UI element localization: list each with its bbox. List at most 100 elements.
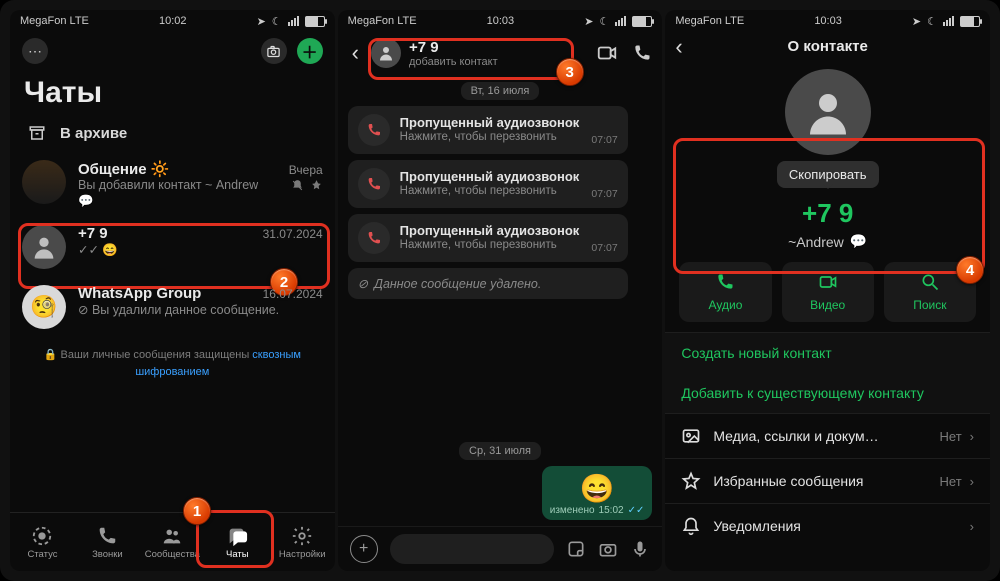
missed-call-icon bbox=[358, 114, 390, 146]
blocked-icon: ⊘ bbox=[358, 276, 368, 291]
row-label: Избранные сообщения bbox=[713, 473, 863, 489]
chat-preview: Вы добавили контакт ~ Andrew bbox=[78, 178, 258, 192]
missed-title: Пропущенный аудиозвонок bbox=[400, 169, 582, 185]
step-badge-1: 1 bbox=[183, 497, 211, 525]
tab-calls[interactable]: Звонки bbox=[75, 513, 140, 571]
action-label: Видео bbox=[810, 298, 845, 312]
status-bar: MegaFon LTE 10:02 ➤ ☾ bbox=[10, 10, 335, 32]
signal-icon bbox=[288, 16, 299, 26]
chevron-right-icon: › bbox=[970, 519, 974, 534]
status-icons: ➤ ☾ bbox=[584, 15, 652, 28]
video-action[interactable]: Видео bbox=[782, 262, 874, 322]
chat-row[interactable]: 🧐 WhatsApp Group 16.07.2024 ⊘ Вы удалили … bbox=[10, 277, 335, 337]
step-badge-3: 3 bbox=[556, 58, 584, 86]
outgoing-message[interactable]: 😄 изменено15:02✓✓ bbox=[542, 466, 653, 520]
video-call-icon[interactable] bbox=[596, 42, 618, 64]
status-icons: ➤ ☾ bbox=[257, 15, 325, 28]
missed-sub: Нажмите, чтобы перезвонить bbox=[400, 239, 582, 253]
add-to-contact-link[interactable]: Добавить к существующему контакту bbox=[665, 373, 990, 413]
more-button[interactable]: ⋯ bbox=[22, 38, 48, 64]
date-divider: Вт, 16 июля bbox=[461, 82, 540, 100]
tab-label: Чаты bbox=[226, 549, 249, 560]
pin-icon bbox=[310, 179, 323, 192]
missed-call-bubble[interactable]: Пропущенный аудиозвонокНажмите, чтобы пе… bbox=[348, 160, 628, 208]
chat-date: Вчера bbox=[289, 163, 323, 177]
tab-chats[interactable]: Чаты bbox=[205, 513, 270, 571]
audio-call-icon[interactable] bbox=[632, 43, 652, 63]
action-row: Аудио Видео Поиск bbox=[665, 250, 990, 332]
read-ticks-icon: ✓✓ bbox=[628, 505, 645, 516]
missed-call-icon bbox=[358, 168, 390, 200]
star-icon bbox=[681, 471, 701, 491]
audio-action[interactable]: Аудио bbox=[679, 262, 771, 322]
moon-icon: ☾ bbox=[272, 15, 282, 28]
chat-date: 16.07.2024 bbox=[263, 287, 323, 301]
chat-header[interactable]: ‹ +7 9 добавить контакт bbox=[338, 32, 663, 78]
row-value: Нет bbox=[940, 429, 962, 444]
carrier-label: MegaFon LTE bbox=[675, 15, 744, 27]
row-value: Нет bbox=[940, 474, 962, 489]
chat-name: +7 9 bbox=[78, 225, 108, 242]
avatar bbox=[22, 160, 66, 204]
avatar-large[interactable] bbox=[785, 69, 871, 155]
avatar: 🧐 bbox=[22, 285, 66, 329]
sticker-icon[interactable] bbox=[566, 539, 586, 559]
camera-button[interactable] bbox=[261, 38, 287, 64]
back-button[interactable]: ‹ bbox=[675, 34, 682, 60]
msg-time: 15:02 bbox=[599, 505, 624, 516]
archive-row[interactable]: В архиве bbox=[10, 120, 335, 152]
carrier-label: MegaFon LTE bbox=[348, 15, 417, 27]
encryption-note: 🔒 Ваши личные сообщения защищены сквозны… bbox=[10, 337, 335, 390]
contact-name: ~Andrew💬 bbox=[665, 233, 990, 250]
contact-name: +7 9 bbox=[409, 39, 588, 56]
chat-row[interactable]: Общение 🔆 Вчера Вы добавили контакт ~ And… bbox=[10, 152, 335, 217]
message-list[interactable]: Вт, 16 июля Пропущенный аудиозвонокНажми… bbox=[338, 78, 663, 526]
attach-button[interactable]: + bbox=[350, 535, 378, 563]
message-input[interactable] bbox=[390, 534, 555, 564]
starred-row[interactable]: Избранные сообщения Нет › bbox=[665, 458, 990, 503]
moon-icon: ☾ bbox=[927, 15, 937, 28]
create-contact-link[interactable]: Создать новый контакт bbox=[665, 332, 990, 373]
chat-date: 31.07.2024 bbox=[263, 227, 323, 241]
typing-icon: 💬 bbox=[78, 194, 94, 209]
battery-icon bbox=[960, 16, 980, 27]
missed-sub: Нажмите, чтобы перезвонить bbox=[400, 185, 582, 199]
camera-icon[interactable] bbox=[598, 539, 618, 559]
back-button[interactable]: ‹ bbox=[348, 40, 363, 66]
screen-contact-info: MegaFon LTE 10:03 ➤ ☾ ‹ О контакте Скопи… bbox=[665, 10, 990, 571]
location-icon: ➤ bbox=[584, 15, 593, 28]
chevron-right-icon: › bbox=[970, 474, 974, 489]
page-title: Чаты bbox=[24, 76, 321, 110]
tab-label: Статус bbox=[27, 549, 57, 560]
tab-status[interactable]: Статус bbox=[10, 513, 75, 571]
action-label: Аудио bbox=[709, 298, 743, 312]
msg-time: 07:07 bbox=[591, 134, 617, 146]
tab-settings[interactable]: Настройки bbox=[270, 513, 335, 571]
chat-name: Общение 🔆 bbox=[78, 160, 169, 178]
battery-icon bbox=[305, 16, 325, 27]
step-badge-4: 4 bbox=[956, 256, 984, 284]
chat-name: WhatsApp Group bbox=[78, 285, 201, 302]
tab-label: Звонки bbox=[92, 549, 123, 560]
phone-number[interactable]: +7 9 bbox=[665, 198, 990, 229]
missed-call-bubble[interactable]: Пропущенный аудиозвонокНажмите, чтобы пе… bbox=[348, 214, 628, 262]
copy-tooltip[interactable]: Скопировать bbox=[777, 161, 879, 188]
new-chat-button[interactable]: ＋ bbox=[297, 38, 323, 64]
input-bar: + bbox=[338, 526, 663, 571]
notifications-row[interactable]: Уведомления › bbox=[665, 503, 990, 548]
chat-preview: ⊘ Вы удалили данное сообщение. bbox=[78, 302, 279, 317]
mic-icon[interactable] bbox=[630, 539, 650, 559]
missed-call-bubble[interactable]: Пропущенный аудиозвонокНажмите, чтобы пе… bbox=[348, 106, 628, 154]
location-icon: ➤ bbox=[257, 15, 266, 28]
status-bar: MegaFon LTE 10:03 ➤ ☾ bbox=[665, 10, 990, 32]
msg-time: 07:07 bbox=[591, 188, 617, 200]
missed-title: Пропущенный аудиозвонок bbox=[400, 115, 582, 131]
location-icon: ➤ bbox=[912, 15, 921, 28]
edited-label: изменено bbox=[550, 505, 595, 516]
action-label: Поиск bbox=[913, 298, 946, 312]
archive-label: В архиве bbox=[60, 125, 127, 142]
top-bar: ⋯ ＋ bbox=[10, 32, 335, 70]
media-icon bbox=[681, 426, 701, 446]
media-row[interactable]: Медиа, ссылки и докум… Нет› bbox=[665, 413, 990, 458]
signal-icon bbox=[943, 16, 954, 26]
